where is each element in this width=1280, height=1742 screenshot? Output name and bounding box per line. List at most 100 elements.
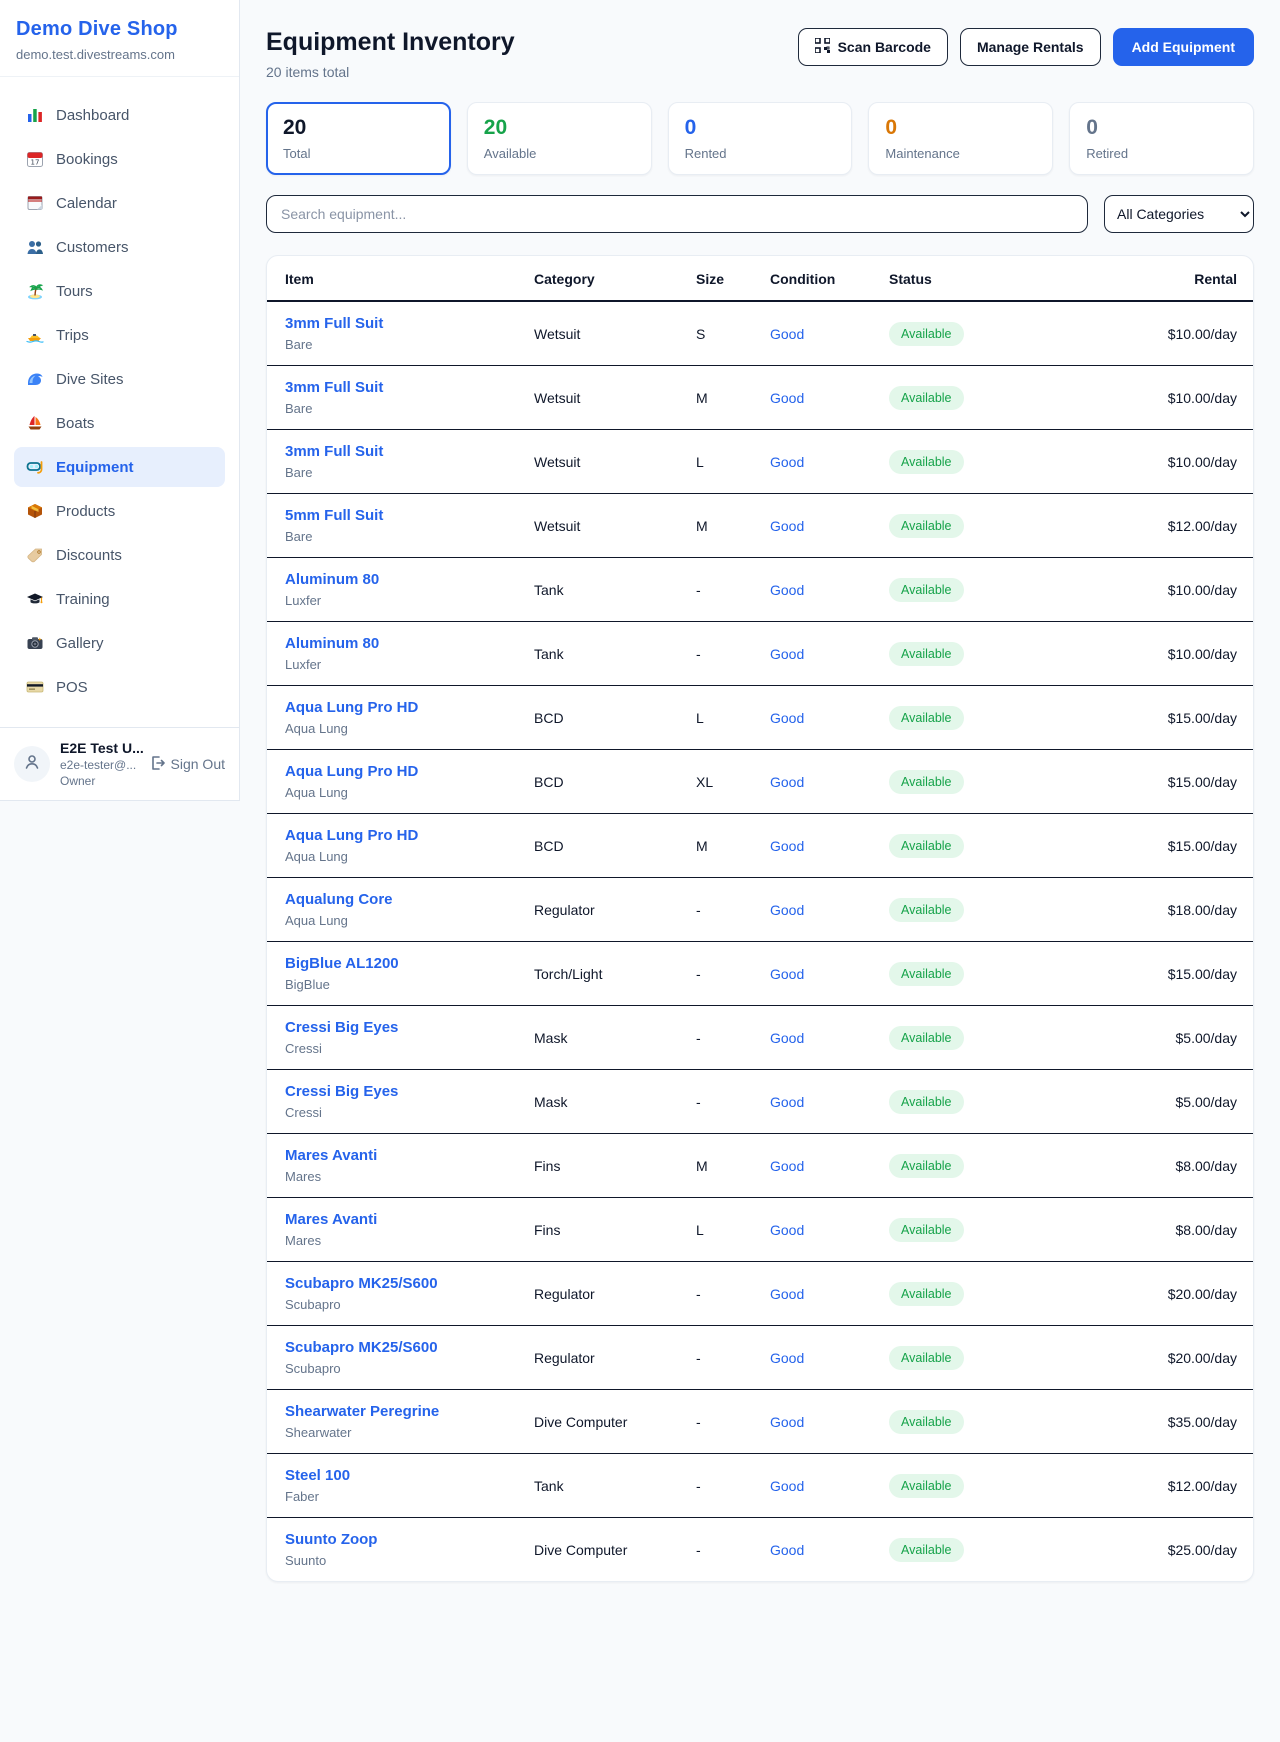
- item-name-link[interactable]: BigBlue AL1200: [285, 955, 534, 972]
- item-brand: Luxfer: [285, 657, 534, 672]
- item-size: -: [696, 1465, 770, 1507]
- stat-card-retired[interactable]: 0Retired: [1069, 102, 1254, 175]
- condition-link[interactable]: Good: [770, 838, 804, 854]
- condition-link[interactable]: Good: [770, 710, 804, 726]
- customers-icon: [26, 238, 44, 256]
- status-badge: Available: [889, 962, 964, 986]
- item-size: -: [696, 569, 770, 611]
- condition-link[interactable]: Good: [770, 1350, 804, 1366]
- stat-card-rented[interactable]: 0Rented: [668, 102, 853, 175]
- item-name-link[interactable]: Aqua Lung Pro HD: [285, 763, 534, 780]
- condition-link[interactable]: Good: [770, 1286, 804, 1302]
- status-badge: Available: [889, 898, 964, 922]
- condition-link[interactable]: Good: [770, 646, 804, 662]
- item-name-link[interactable]: 3mm Full Suit: [285, 315, 534, 332]
- condition-link[interactable]: Good: [770, 966, 804, 982]
- condition-link[interactable]: Good: [770, 454, 804, 470]
- sidebar-item-label: POS: [56, 679, 88, 696]
- sign-out-icon: [149, 755, 165, 774]
- sidebar-item-customers[interactable]: Customers: [14, 227, 225, 267]
- item-name-link[interactable]: Cressi Big Eyes: [285, 1019, 534, 1036]
- sign-out-button[interactable]: Sign Out: [149, 755, 225, 774]
- item-name-link[interactable]: Scubapro MK25/S600: [285, 1275, 534, 1292]
- stat-card-available[interactable]: 20Available: [467, 102, 652, 175]
- manage-rentals-button[interactable]: Manage Rentals: [960, 28, 1101, 66]
- scan-barcode-button[interactable]: Scan Barcode: [798, 28, 948, 66]
- sidebar-item-gallery[interactable]: Gallery: [14, 623, 225, 663]
- brand-name[interactable]: Demo Dive Shop: [16, 18, 223, 41]
- avatar: [14, 746, 50, 782]
- stat-card-total[interactable]: 20Total: [266, 102, 451, 175]
- column-header-rental: Rental: [1108, 256, 1253, 300]
- item-brand: Aqua Lung: [285, 913, 534, 928]
- table-row: Aqua Lung Pro HDAqua LungBCDXLGoodAvaila…: [267, 750, 1253, 814]
- item-name-link[interactable]: Shearwater Peregrine: [285, 1403, 534, 1420]
- sidebar-item-pos[interactable]: POS: [14, 667, 225, 707]
- status-badge: Available: [889, 322, 964, 346]
- svg-text:17: 17: [31, 159, 40, 167]
- item-name-link[interactable]: 3mm Full Suit: [285, 379, 534, 396]
- condition-link[interactable]: Good: [770, 774, 804, 790]
- sidebar-item-training[interactable]: Training: [14, 579, 225, 619]
- add-equipment-button[interactable]: Add Equipment: [1113, 28, 1254, 66]
- item-category: Wetsuit: [534, 505, 696, 547]
- category-select[interactable]: All Categories: [1104, 195, 1254, 233]
- status-badge: Available: [889, 1538, 964, 1562]
- item-name-link[interactable]: Aqua Lung Pro HD: [285, 699, 534, 716]
- sidebar-item-boats[interactable]: Boats: [14, 403, 225, 443]
- item-category: Regulator: [534, 889, 696, 931]
- item-brand: Luxfer: [285, 593, 534, 608]
- item-name-link[interactable]: Aluminum 80: [285, 571, 534, 588]
- sidebar-item-dashboard[interactable]: Dashboard: [14, 95, 225, 135]
- item-brand: Scubapro: [285, 1361, 534, 1376]
- stat-card-maintenance[interactable]: 0Maintenance: [868, 102, 1053, 175]
- item-name-link[interactable]: Aqualung Core: [285, 891, 534, 908]
- condition-link[interactable]: Good: [770, 390, 804, 406]
- sidebar-item-products[interactable]: Products: [14, 491, 225, 531]
- item-name-link[interactable]: Aluminum 80: [285, 635, 534, 652]
- sidebar-item-equipment[interactable]: Equipment: [14, 447, 225, 487]
- column-header-category: Category: [534, 256, 696, 300]
- search-input[interactable]: [266, 195, 1088, 233]
- condition-link[interactable]: Good: [770, 1222, 804, 1238]
- rental-rate: $10.00/day: [1108, 633, 1253, 675]
- condition-link[interactable]: Good: [770, 1094, 804, 1110]
- condition-link[interactable]: Good: [770, 1414, 804, 1430]
- sidebar-item-trips[interactable]: Trips: [14, 315, 225, 355]
- condition-link[interactable]: Good: [770, 326, 804, 342]
- condition-link[interactable]: Good: [770, 1478, 804, 1494]
- item-name-link[interactable]: Steel 100: [285, 1467, 534, 1484]
- item-name-link[interactable]: Aqua Lung Pro HD: [285, 827, 534, 844]
- sidebar: Demo Dive Shop demo.test.divestreams.com…: [0, 0, 240, 801]
- condition-link[interactable]: Good: [770, 902, 804, 918]
- status-badge: Available: [889, 514, 964, 538]
- sidebar-item-discounts[interactable]: Discounts: [14, 535, 225, 575]
- condition-link[interactable]: Good: [770, 1030, 804, 1046]
- table-row: Shearwater PeregrineShearwaterDive Compu…: [267, 1390, 1253, 1454]
- item-name-link[interactable]: Cressi Big Eyes: [285, 1083, 534, 1100]
- rental-rate: $20.00/day: [1108, 1337, 1253, 1379]
- condition-link[interactable]: Good: [770, 518, 804, 534]
- item-name-link[interactable]: Scubapro MK25/S600: [285, 1339, 534, 1356]
- item-brand: Cressi: [285, 1041, 534, 1056]
- item-size: -: [696, 1337, 770, 1379]
- item-name-link[interactable]: Mares Avanti: [285, 1211, 534, 1228]
- item-size: S: [696, 313, 770, 355]
- sidebar-item-tours[interactable]: Tours: [14, 271, 225, 311]
- item-name-link[interactable]: Mares Avanti: [285, 1147, 534, 1164]
- sidebar-item-bookings[interactable]: 17Bookings: [14, 139, 225, 179]
- stat-value: 0: [1086, 116, 1237, 140]
- condition-link[interactable]: Good: [770, 582, 804, 598]
- condition-link[interactable]: Good: [770, 1542, 804, 1558]
- table-row: Aqualung CoreAqua LungRegulator-GoodAvai…: [267, 878, 1253, 942]
- sidebar-item-dive-sites[interactable]: Dive Sites: [14, 359, 225, 399]
- item-name-link[interactable]: Suunto Zoop: [285, 1531, 534, 1548]
- table-row: 3mm Full SuitBareWetsuitMGoodAvailable$1…: [267, 366, 1253, 430]
- sidebar-item-label: Trips: [56, 327, 89, 344]
- sidebar-item-calendar[interactable]: Calendar: [14, 183, 225, 223]
- rental-rate: $20.00/day: [1108, 1273, 1253, 1315]
- condition-link[interactable]: Good: [770, 1158, 804, 1174]
- item-name-link[interactable]: 3mm Full Suit: [285, 443, 534, 460]
- item-name-link[interactable]: 5mm Full Suit: [285, 507, 534, 524]
- table-row: 5mm Full SuitBareWetsuitMGoodAvailable$1…: [267, 494, 1253, 558]
